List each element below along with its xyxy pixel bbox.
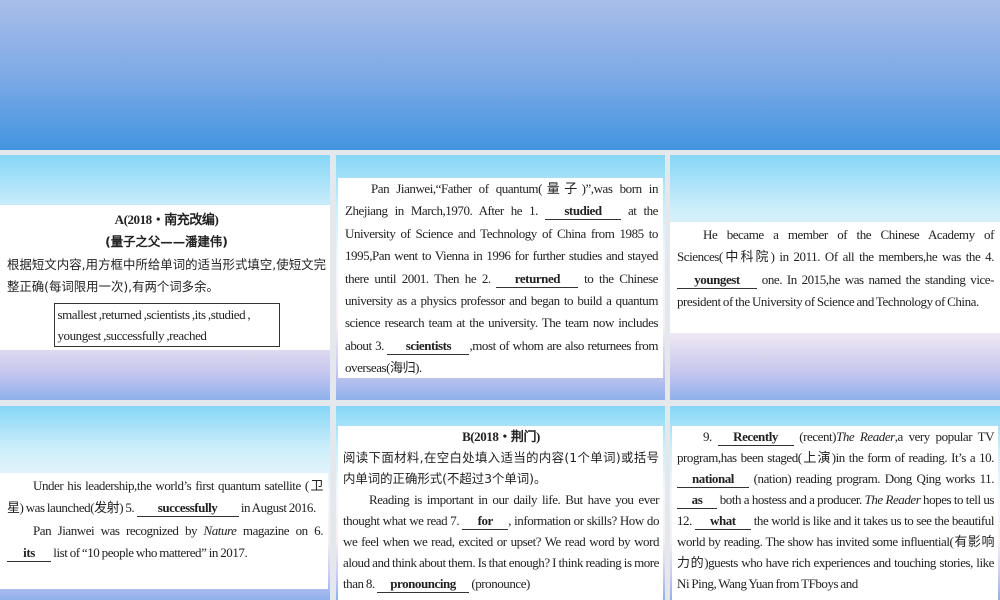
answer-blank: what <box>694 513 751 530</box>
passage-box: Pan Jianwei,“Father of quantum(量子)”,was … <box>338 178 663 378</box>
paragraph: He became a member of the Chinese Academ… <box>677 224 994 314</box>
section-a-instructions: 根据短文内容,用方框中所给单词的适当形式填空,使短文完整正确(每词限用一次),有… <box>7 256 326 295</box>
answer-blank: national <box>677 471 749 488</box>
answer-blank: for <box>462 513 509 530</box>
panel-passage-2: He became a member of the Chinese Academ… <box>670 155 1000 400</box>
italic-title: The Reader <box>836 429 895 444</box>
section-a-box: A(2018・南充改编) (量子之父——潘建伟) 根据短文内容,用方框中所给单词… <box>0 205 330 350</box>
passage-text: He became a member of the Chinese Academ… <box>677 227 994 265</box>
italic-title: The Reader <box>864 492 921 507</box>
passage-text: list of “10 people who mattered” in 2017… <box>51 545 248 561</box>
section-b-box: B(2018・荆门) 阅读下面材料,在空白处填入适当的内容(1个单词)或括号内单… <box>338 426 663 600</box>
answer-blank: pronouncing <box>377 576 470 593</box>
title-banner <box>0 0 1000 150</box>
answer-blank: returned <box>496 271 579 288</box>
paragraph: 9. Recently (recent)The Reader,a very po… <box>677 426 994 594</box>
answer-blank: youngest <box>677 272 757 289</box>
answer-blank: studied <box>544 203 621 221</box>
panel-section-a-intro: A(2018・南充改编) (量子之父——潘建伟) 根据短文内容,用方框中所给单词… <box>0 155 330 400</box>
passage-text: Pan Jianwei was recognized by <box>33 522 204 538</box>
paragraph: Pan Jianwei was recognized by Nature mag… <box>7 520 323 565</box>
section-a-subtitle: (量子之父——潘建伟) <box>105 234 228 250</box>
answer-blank: Recently <box>717 429 794 446</box>
passage-text: both a hostess and a producer. <box>717 492 865 507</box>
panel-passage-3: Under his leadership,the world’s first q… <box>0 406 330 600</box>
passage-text: 9. <box>703 429 718 444</box>
section-a-title: A(2018・南充改编) <box>114 212 219 227</box>
passage-box: 9. Recently (recent)The Reader,a very po… <box>672 426 998 600</box>
section-b-title: B(2018・荆门) <box>462 429 540 444</box>
panel-section-b: B(2018・荆门) 阅读下面材料,在空白处填入适当的内容(1个单词)或括号内单… <box>336 406 665 600</box>
passage-box: Under his leadership,the world’s first q… <box>0 473 328 589</box>
section-b-instructions: 阅读下面材料,在空白处填入适当的内容(1个单词)或括号内单词的正确形式(不超过3… <box>343 450 659 486</box>
word-box: smallest ,returned ,scientists ,its ,stu… <box>53 302 280 347</box>
passage-box: He became a member of the Chinese Academ… <box>670 222 1000 333</box>
word-box-line: youngest ,successfully ,reached <box>57 327 207 343</box>
passage-text: in August 2016. <box>238 500 316 516</box>
paragraph: Under his leadership,the world’s first q… <box>7 475 323 520</box>
answer-blank: its <box>7 545 51 563</box>
answer-blank: scientists <box>387 338 470 355</box>
panel-passage-1: Pan Jianwei,“Father of quantum(量子)”,was … <box>336 155 665 400</box>
panel-passage-5: 9. Recently (recent)The Reader,a very po… <box>670 406 1000 600</box>
passage-text: magazine on 6. <box>236 522 324 538</box>
passage-text: (nation) reading program. Dong Qing work… <box>749 471 995 486</box>
word-box-line: smallest ,returned ,scientists ,its ,stu… <box>57 306 251 322</box>
italic-title: Nature <box>203 522 237 538</box>
passage-box: Reading is important in our daily life. … <box>343 489 659 594</box>
passage-text: (pronounce) <box>469 576 530 591</box>
answer-blank: successfully <box>136 500 239 518</box>
paragraph: Reading is important in our daily life. … <box>343 489 659 594</box>
answer-blank: as <box>677 492 717 509</box>
passage-text: (recent) <box>793 429 837 444</box>
paragraph: Pan Jianwei,“Father of quantum(量子)”,was … <box>345 178 658 380</box>
